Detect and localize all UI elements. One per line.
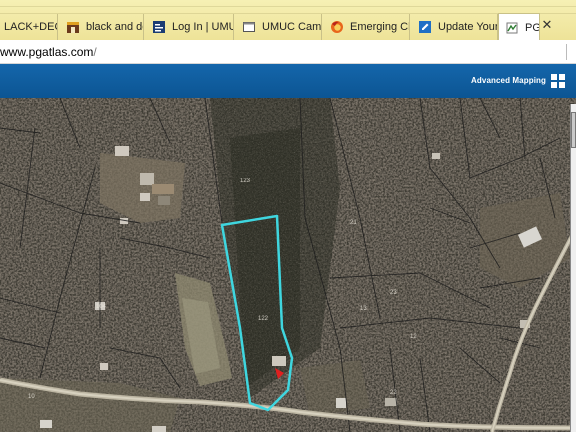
- parcel-label: 12: [410, 334, 417, 340]
- url-host: www.pgatlas.com: [0, 44, 94, 59]
- close-tab-icon[interactable]: ✕: [540, 18, 554, 32]
- parcel-label: 22: [390, 390, 397, 396]
- tab-pgatlas[interactable]: PGAtlas: [498, 13, 540, 40]
- browser-tab-strip: LACK+DECKEF black and deck Log In | UMUC…: [0, 0, 576, 40]
- doc-icon: [152, 20, 166, 34]
- parcel-label: 122: [258, 316, 269, 322]
- tab-label: LACK+DECKEF: [4, 21, 57, 33]
- app-header: Advanced Mapping: [0, 64, 576, 98]
- tab-label: Emerging Challe: [350, 21, 409, 33]
- tab-log-in-umuc[interactable]: Log In | UMUC: [146, 14, 234, 40]
- tab-emerging-challenges[interactable]: Emerging Challe: [324, 14, 410, 40]
- grid-icon[interactable]: [551, 74, 565, 88]
- tab-update-your-listing[interactable]: Update Your Lis: [412, 14, 498, 40]
- address-bar[interactable]: www.pgatlas.com/: [0, 40, 576, 64]
- tab-umuc-campus[interactable]: UMUC Campus: [236, 14, 322, 40]
- tab-label: Log In | UMUC: [172, 21, 233, 33]
- parcel-label: 123: [240, 178, 251, 184]
- parcel-label: 10: [28, 394, 35, 400]
- scrollbar-thumb[interactable]: [571, 112, 576, 148]
- edit-icon: [418, 20, 432, 34]
- parcel-label: 104: [96, 304, 107, 310]
- tab-label: UMUC Campus: [262, 21, 322, 33]
- tab-label: black and deck: [86, 21, 143, 33]
- store-icon: [66, 20, 80, 34]
- firefox-icon: [330, 20, 344, 34]
- parcel-label: 23: [390, 290, 397, 296]
- url-field[interactable]: www.pgatlas.com/: [0, 45, 97, 59]
- page-icon: [242, 20, 256, 34]
- tab-label: Update Your Lis: [438, 21, 498, 33]
- tab-lack-decker[interactable]: LACK+DECKEF: [0, 14, 58, 40]
- address-bar-divider: [566, 44, 567, 60]
- pgatlas-icon: [505, 21, 519, 35]
- map-side-panel-edge[interactable]: [570, 104, 576, 432]
- url-path: /: [93, 44, 97, 59]
- parcel-label: 13: [360, 306, 367, 312]
- tab-black-and-decker[interactable]: black and deck: [60, 14, 144, 40]
- map-canvas[interactable]: 123 21 122 23 12 13 104 10 22: [0, 98, 576, 432]
- parcel-label: 21: [350, 220, 357, 226]
- aerial-imagery: 123 21 122 23 12 13 104 10 22: [0, 98, 576, 432]
- advanced-mapping-link[interactable]: Advanced Mapping: [471, 76, 546, 85]
- tab-label: PGAtlas: [525, 21, 539, 34]
